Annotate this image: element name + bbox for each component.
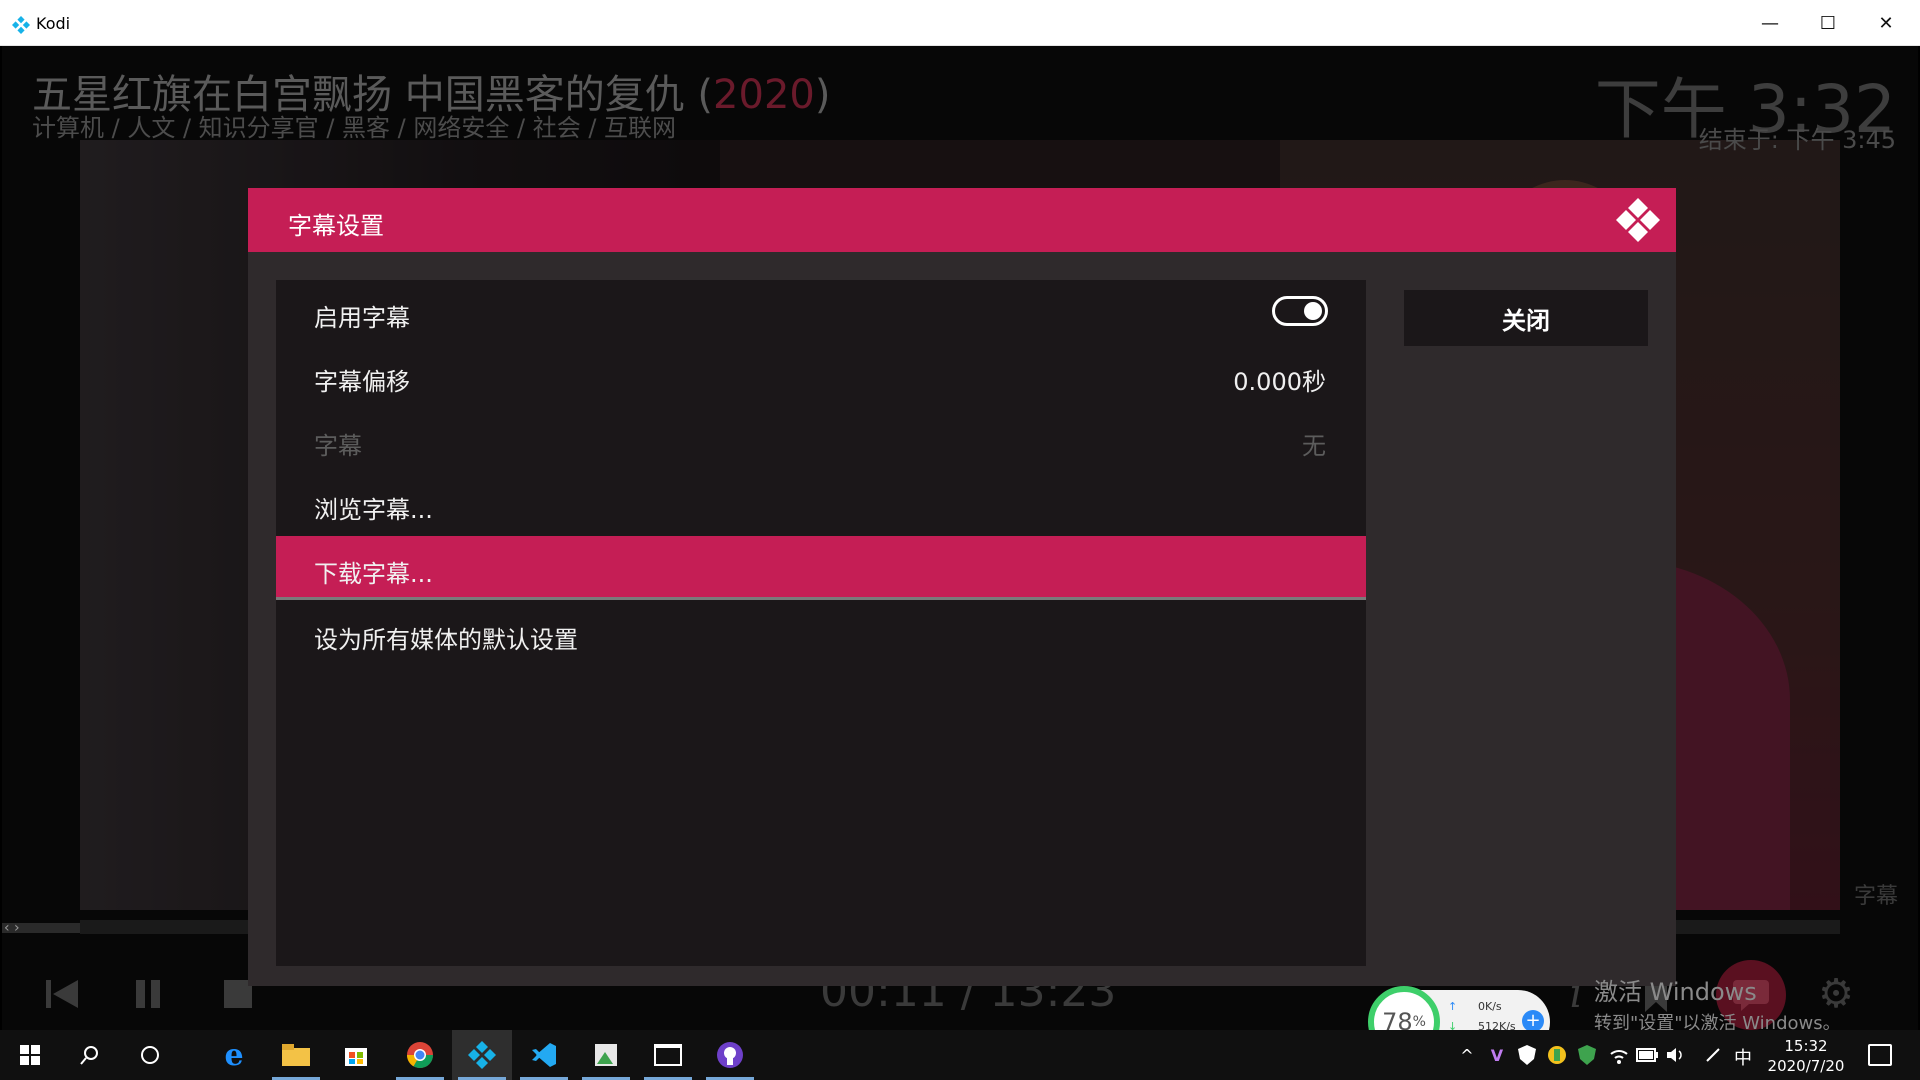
pause-icon[interactable] xyxy=(124,970,172,1018)
start-button[interactable] xyxy=(0,1030,60,1080)
kodi-taskbar-icon[interactable] xyxy=(452,1030,512,1080)
setting-subtitle-stream: 字幕 无 xyxy=(276,408,1366,472)
dialog-title: 字幕设置 xyxy=(288,212,384,240)
volume-icon[interactable] xyxy=(1664,1044,1686,1066)
setting-set-default[interactable]: 设为所有媒体的默认设置 xyxy=(276,602,1366,666)
pen-icon[interactable] xyxy=(1702,1044,1724,1066)
windows-taskbar: e ^ V 中 15:32 2020/7/20 xyxy=(0,1030,1920,1080)
media-genres: 计算机 / 人文 / 知识分享官 / 黑客 / 网络安全 / 社会 / 互联网 xyxy=(32,114,677,142)
setting-subtitle-offset[interactable]: 字幕偏移 0.000秒 xyxy=(276,344,1366,408)
minimize-button[interactable]: — xyxy=(1741,0,1799,46)
settings-list: 启用字幕 字幕偏移 0.000秒 字幕 无 浏览字幕... 下载字幕... 设为… xyxy=(276,280,1366,966)
taskbar-date: 2020/7/20 xyxy=(1767,1057,1845,1075)
close-window-button[interactable]: ✕ xyxy=(1857,0,1915,46)
setting-label: 字幕 xyxy=(314,432,362,460)
wifi-icon[interactable] xyxy=(1608,1044,1630,1066)
windows-logo-icon xyxy=(20,1045,40,1065)
dialog-header: 字幕设置 xyxy=(248,188,1676,252)
osd-end-time: 结束于: 下午 3:45 xyxy=(1698,126,1896,154)
file-explorer-icon[interactable] xyxy=(266,1030,326,1080)
kodi-app-icon xyxy=(12,16,30,34)
media-title-tail: ) xyxy=(814,72,831,118)
github-desktop-icon[interactable] xyxy=(700,1030,760,1080)
memory-percent-unit: % xyxy=(1412,1014,1426,1030)
tray-v-icon[interactable]: V xyxy=(1486,1044,1508,1066)
setting-label: 下载字幕... xyxy=(314,560,433,588)
store-icon[interactable] xyxy=(326,1030,386,1080)
ime-indicator[interactable]: 中 xyxy=(1734,1044,1752,1070)
task-view-icon[interactable] xyxy=(120,1030,180,1080)
tray-expand-icon[interactable]: ^ xyxy=(1456,1044,1478,1066)
taskbar-time: 15:32 xyxy=(1784,1037,1828,1055)
window-titlebar: Kodi — ☐ ✕ xyxy=(0,0,1920,46)
media-year: 2020 xyxy=(713,72,815,118)
window-title: Kodi xyxy=(36,14,71,33)
setting-value: 无 xyxy=(1302,432,1326,460)
osd-subtitle-label: 字幕 xyxy=(1853,884,1898,909)
setting-download-subtitles[interactable]: 下载字幕... xyxy=(276,536,1366,600)
search-icon[interactable] xyxy=(60,1030,120,1080)
previous-icon[interactable] xyxy=(38,970,86,1018)
tray-green-icon[interactable] xyxy=(1546,1044,1568,1066)
setting-label: 设为所有媒体的默认设置 xyxy=(314,626,578,654)
network-speed-widget[interactable]: 78% ↑ 0K/s ↓ 512K/s + xyxy=(1368,986,1550,1030)
tray-defender-icon[interactable] xyxy=(1516,1044,1538,1066)
download-speed: ↓ 512K/s xyxy=(1448,1020,1516,1030)
terminal-icon[interactable] xyxy=(638,1030,698,1080)
toggle-knob xyxy=(1304,302,1322,320)
watermark-line1: 激活 Windows xyxy=(1594,978,1757,1006)
kodi-logo-icon xyxy=(1616,198,1660,242)
setting-label: 启用字幕 xyxy=(314,304,410,332)
setting-browse-subtitles[interactable]: 浏览字幕... xyxy=(276,472,1366,536)
image-viewer-icon[interactable] xyxy=(576,1030,636,1080)
tray-shield-icon[interactable] xyxy=(1576,1044,1598,1066)
download-rate: 512K/s xyxy=(1478,1020,1516,1030)
setting-label: 浏览字幕... xyxy=(314,496,433,524)
windows-activation-watermark: 激活 Windows 转到"设置"以激活 Windows。 xyxy=(1594,972,1841,1030)
setting-label: 字幕偏移 xyxy=(314,368,410,396)
enable-subtitles-toggle[interactable] xyxy=(1272,296,1328,326)
upload-arrow-icon: ↑ xyxy=(1448,1000,1458,1013)
add-icon[interactable]: + xyxy=(1522,1010,1544,1030)
taskbar-clock[interactable]: 15:32 2020/7/20 xyxy=(1764,1036,1848,1076)
upload-rate: 0K/s xyxy=(1478,1000,1502,1013)
maximize-button[interactable]: ☐ xyxy=(1799,0,1857,46)
download-arrow-icon: ↓ xyxy=(1448,1020,1458,1030)
edge-browser-icon[interactable]: e xyxy=(204,1030,264,1080)
memory-percent: 78 xyxy=(1382,1008,1413,1030)
vscode-icon[interactable] xyxy=(514,1030,574,1080)
setting-enable-subtitles[interactable]: 启用字幕 xyxy=(276,280,1366,344)
battery-icon[interactable] xyxy=(1636,1044,1658,1066)
notification-center-icon[interactable] xyxy=(1868,1044,1892,1066)
chrome-icon[interactable] xyxy=(390,1030,450,1080)
upload-speed: ↑ 0K/s xyxy=(1448,1000,1502,1013)
setting-value: 0.000秒 xyxy=(1233,368,1326,396)
subtitle-settings-dialog: 字幕设置 启用字幕 字幕偏移 0.000秒 字幕 无 浏览字幕... 下载字幕.… xyxy=(248,188,1676,986)
kodi-player: 五星红旗在白宫飘扬 中国黑客的复仇 (2020) 计算机 / 人文 / 知识分享… xyxy=(2,46,1918,1030)
watermark-line2: 转到"设置"以激活 Windows。 xyxy=(1594,1013,1841,1030)
seek-arrows[interactable]: ‹ › xyxy=(4,920,20,936)
close-button[interactable]: 关闭 xyxy=(1404,290,1648,346)
